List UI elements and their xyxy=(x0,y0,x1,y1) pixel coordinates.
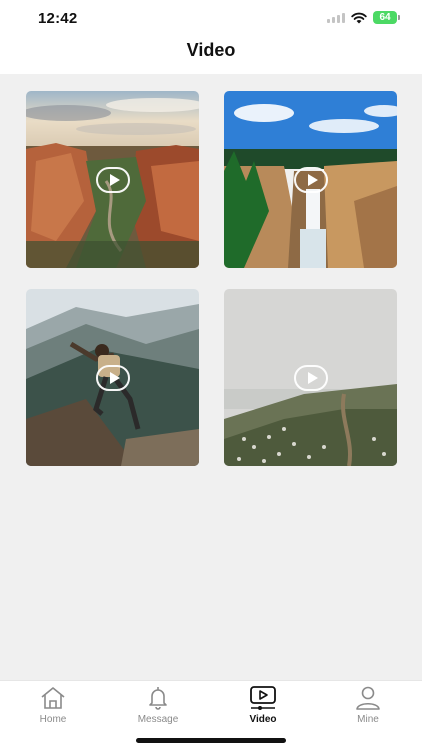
tab-video[interactable]: Video xyxy=(223,684,303,725)
battery-level: 64 xyxy=(373,11,397,24)
play-icon xyxy=(95,364,130,391)
play-icon xyxy=(293,364,328,391)
nav-bar: Video xyxy=(0,36,422,74)
home-indicator xyxy=(136,738,286,743)
tab-message[interactable]: Message xyxy=(118,684,198,725)
video-thumbnail-meadow[interactable] xyxy=(224,289,397,466)
video-thumbnail-canyon[interactable] xyxy=(26,91,199,268)
status-icons: 64 xyxy=(327,11,400,24)
cellular-signal-icon xyxy=(327,12,345,23)
video-thumbnail-waterfall[interactable] xyxy=(224,91,397,268)
tab-label: Message xyxy=(137,714,179,725)
home-icon xyxy=(41,687,65,709)
wifi-icon xyxy=(351,12,367,23)
tab-mine[interactable]: Mine xyxy=(328,684,408,725)
tab-home[interactable]: Home xyxy=(13,684,93,725)
person-icon xyxy=(356,686,380,710)
status-bar: 12:42 64 xyxy=(0,0,422,36)
battery-icon: 64 xyxy=(373,11,400,24)
video-play-icon xyxy=(250,686,276,710)
bell-icon xyxy=(149,687,167,710)
play-icon xyxy=(293,166,328,193)
status-time: 12:42 xyxy=(38,10,78,27)
tab-label: Mine xyxy=(357,714,379,725)
tab-label: Video xyxy=(249,714,277,725)
play-icon xyxy=(95,166,130,193)
tab-label: Home xyxy=(39,714,67,725)
video-thumbnail-hiker[interactable] xyxy=(26,289,199,466)
page-title: Video xyxy=(186,40,236,60)
